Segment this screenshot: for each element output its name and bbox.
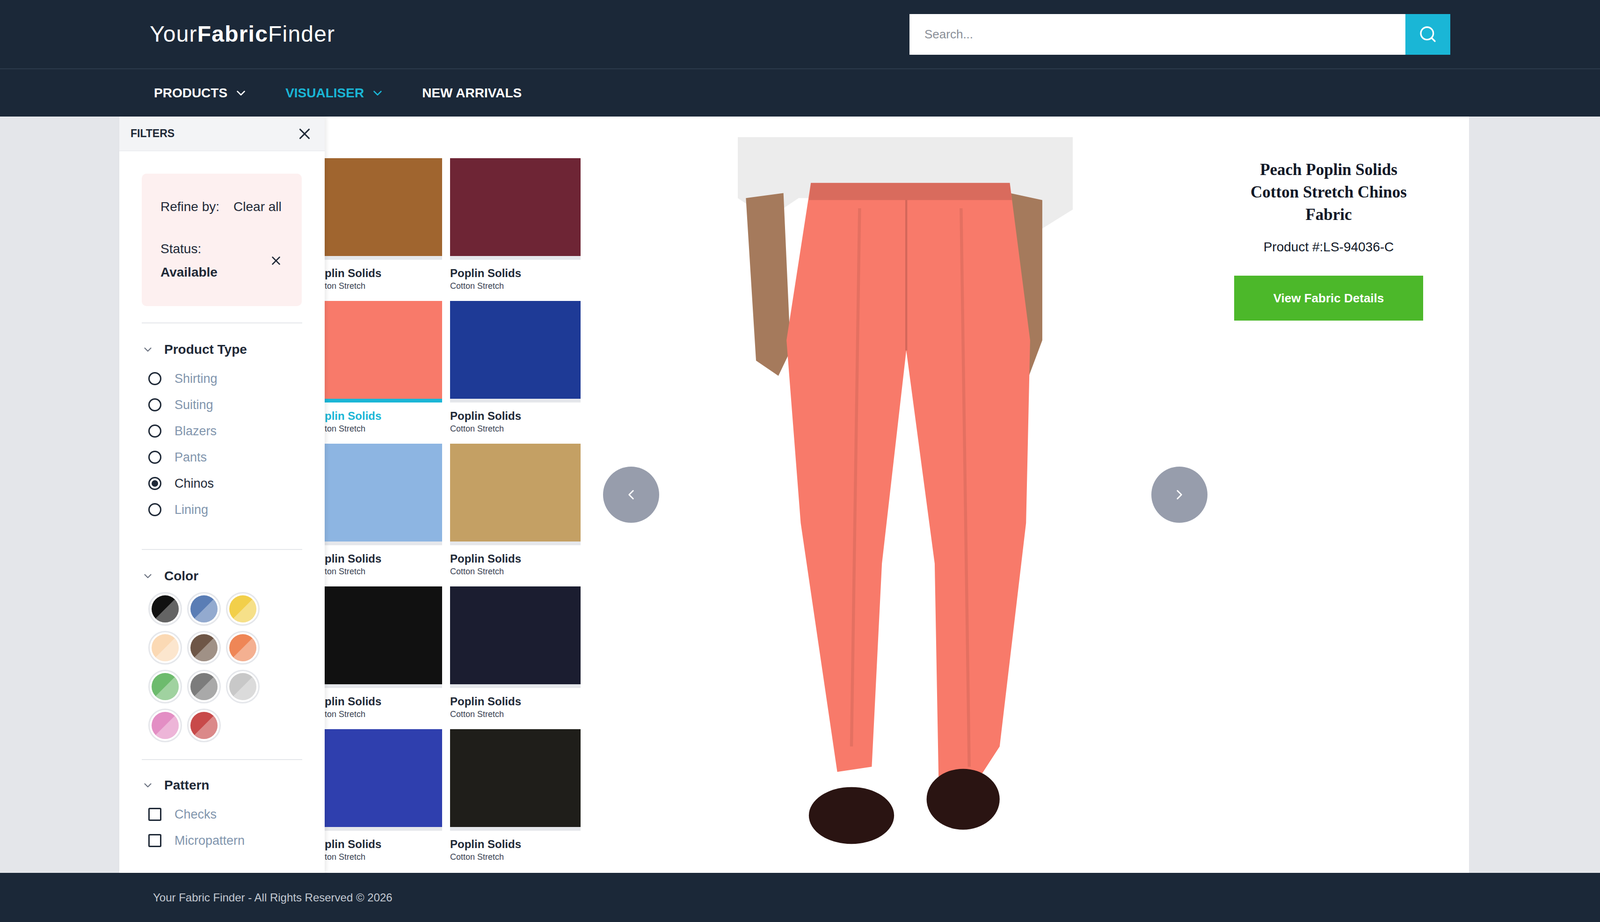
search-bar: Search... — [909, 14, 1451, 55]
nav-item[interactable]: VISUALISER — [285, 83, 385, 103]
fabric-card[interactable]: plin Solidston Stretch — [324, 443, 443, 587]
fabric-card[interactable]: Poplin SolidsCotton Stretch — [450, 586, 581, 729]
search-icon — [1418, 24, 1438, 44]
page: YourFabricFinder Search... PRODUCTS VISUALI… — [0, 0, 1600, 922]
search-button[interactable] — [1405, 14, 1451, 55]
fabric-card[interactable]: plin Solidston Stretch — [324, 586, 443, 729]
refine-box: Refine by:Clear allStatus:Available — [141, 173, 302, 306]
visualiser: Peach Poplin Solids Cotton Stretch Chino… — [580, 116, 1470, 873]
product-type-section: Product Type ShirtingSuitingBlazersPantsC… — [141, 323, 303, 549]
pattern-section: Pattern ChecksMicropattern — [141, 759, 303, 854]
radio-option[interactable]: Shirting — [148, 365, 303, 392]
radio-option[interactable]: Suiting — [148, 391, 303, 418]
content: FILTERSRefine by:Clear allStatus:Availab… — [119, 116, 1470, 873]
section-header[interactable]: Pattern — [141, 775, 303, 795]
nav-bar: PRODUCTS VISUALISER NEW ARRIVALS — [0, 68, 1600, 117]
logo[interactable]: YourFabricFinder — [149, 17, 335, 51]
chevron-left-icon — [623, 486, 640, 503]
view-details-button[interactable]: View Fabric Details — [1234, 275, 1424, 321]
color-swatch[interactable] — [148, 669, 182, 704]
color-swatch[interactable] — [148, 708, 182, 742]
color-swatch[interactable] — [225, 591, 260, 626]
section-header[interactable]: Color — [141, 566, 303, 586]
color-swatch[interactable] — [187, 669, 221, 704]
nav-item[interactable]: PRODUCTS — [153, 83, 248, 103]
filters-panel: FILTERSRefine by:Clear allStatus:Availab… — [119, 116, 325, 873]
clear-all-link[interactable]: Clear all — [233, 196, 282, 217]
chevron-down-icon — [370, 86, 385, 101]
fabric-card[interactable]: plin Solidston Stretch — [324, 300, 443, 444]
header: YourFabricFinder Search... — [0, 0, 1600, 69]
color-swatch[interactable] — [225, 630, 260, 665]
refine-chip: Status:Available — [160, 239, 284, 283]
chevron-down-icon — [141, 778, 154, 792]
fabric-card[interactable]: Poplin SolidsCotton Stretch — [450, 158, 581, 301]
chevron-down-icon — [141, 343, 154, 356]
checkbox-option[interactable]: Micropattern — [148, 827, 303, 854]
color-swatch[interactable] — [148, 591, 182, 626]
chevron-down-icon — [141, 569, 154, 582]
radio-option[interactable]: Lining — [148, 496, 303, 523]
color-swatch[interactable] — [225, 669, 260, 704]
color-swatch[interactable] — [187, 708, 221, 742]
checkbox-option[interactable]: Checks — [148, 800, 303, 828]
fabric-grid: plin Solidston StretchPoplin SolidsCotto… — [324, 116, 581, 873]
fabric-card[interactable]: Poplin SolidsCotton Stretch — [450, 300, 581, 444]
radio-option[interactable]: Blazers — [148, 417, 303, 444]
color-section: Color — [141, 549, 303, 759]
product-info: Peach Poplin Solids Cotton Stretch Chino… — [1234, 116, 1424, 321]
footer: Your Fabric Finder - All Rights Reserved… — [0, 872, 1600, 922]
color-swatch[interactable] — [148, 630, 182, 665]
remove-icon[interactable] — [269, 253, 284, 268]
product-title: Peach Poplin Solids Cotton Stretch Chino… — [1234, 158, 1424, 226]
fabric-card[interactable]: Poplin SolidsCotton Stretch — [450, 728, 581, 872]
search-input[interactable]: Search... — [909, 14, 1406, 55]
prev-button[interactable] — [603, 466, 660, 523]
radio-option[interactable]: Chinos — [148, 470, 303, 497]
product-number: Product #:LS-94036-C — [1263, 237, 1395, 257]
close-icon[interactable] — [295, 124, 314, 143]
section-header[interactable]: Product Type — [141, 340, 303, 359]
chinos-preview-image — [737, 135, 1073, 862]
nav-item[interactable]: NEW ARRIVALS — [421, 83, 522, 103]
fabric-card[interactable]: Poplin SolidsCotton Stretch — [450, 443, 581, 587]
fabric-card[interactable]: plin Solidston Stretch — [324, 728, 443, 872]
main-area: FILTERSRefine by:Clear allStatus:Availab… — [0, 116, 1600, 873]
filters-header: FILTERS — [119, 116, 325, 152]
color-swatch[interactable] — [187, 630, 221, 665]
color-swatch[interactable] — [187, 591, 221, 626]
next-button[interactable] — [1151, 466, 1208, 523]
radio-option[interactable]: Pants — [148, 443, 303, 471]
chevron-down-icon — [233, 86, 248, 101]
fabric-card[interactable]: plin Solidston Stretch — [324, 158, 443, 301]
chevron-right-icon — [1171, 486, 1188, 503]
